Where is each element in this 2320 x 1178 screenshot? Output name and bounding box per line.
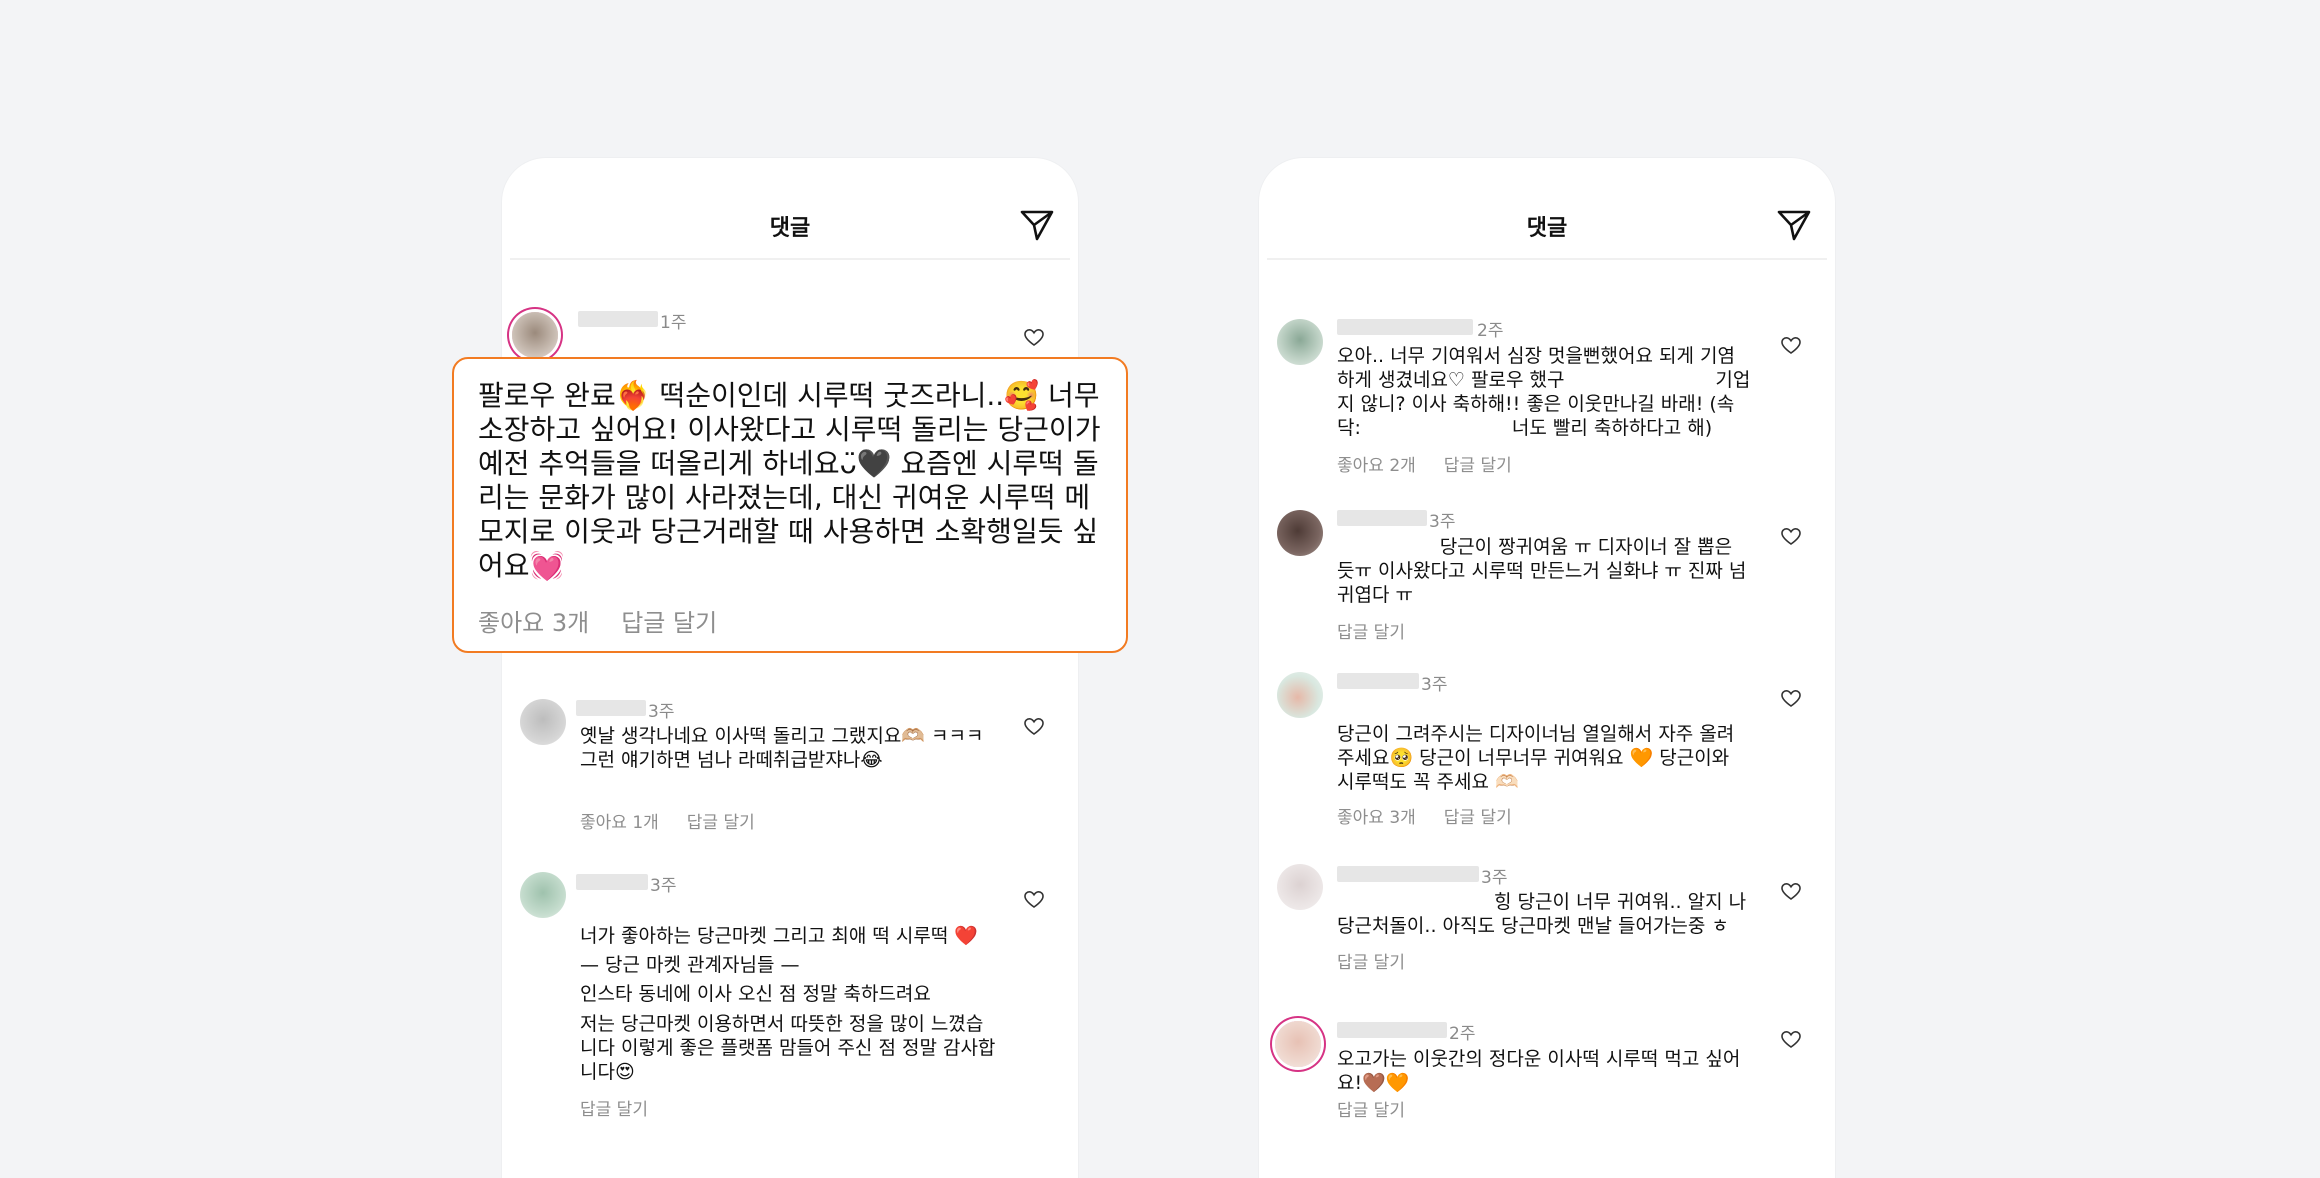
heart-icon[interactable] — [1781, 882, 1801, 902]
avatar[interactable] — [1277, 672, 1323, 718]
comment-text: 당근이 그려주시는 디자이너님 열일해서 자주 올려주세요🥺 당근이 너무너무 … — [1337, 699, 1748, 793]
reply-button[interactable]: 답글 달기 — [1444, 456, 1512, 476]
avatar[interactable] — [1277, 864, 1323, 910]
comment-text: 오아.. 너무 기여워서 심장 멋을뻔했어요 되게 기염하게 생겼네요♡ 팔로우… — [1337, 345, 1751, 439]
heart-icon[interactable] — [1024, 328, 1044, 348]
comment-actions: 좋아요 2개 답글 달기 — [1337, 451, 1540, 476]
heart-icon[interactable] — [1781, 527, 1801, 547]
comment-text-line: 너가 좋아하는 당근마켓 그리고 최애 떡 시루떡 ❤️ — [580, 925, 979, 947]
heart-icon[interactable] — [1024, 717, 1044, 737]
heart-icon[interactable] — [1781, 689, 1801, 709]
username-placeholder[interactable] — [1337, 673, 1419, 689]
likes-count[interactable]: 좋아요 2개 — [1337, 456, 1416, 476]
likes-count[interactable]: 좋아요 1개 — [580, 813, 659, 833]
comment-time: 3주 — [1481, 868, 1508, 888]
send-icon[interactable] — [1777, 208, 1811, 242]
likes-count[interactable]: 좋아요 3개 — [1337, 808, 1416, 828]
username-placeholder[interactable] — [576, 874, 648, 890]
avatar[interactable] — [520, 872, 566, 918]
comment-text: 힝 당근이 너무 귀여워.. 알지 나 당근처돌이.. 아직도 당근마켓 맨날 … — [1337, 891, 1753, 937]
heart-icon[interactable] — [1781, 336, 1801, 356]
likes-count[interactable]: 좋아요 3개 — [478, 609, 589, 637]
send-icon[interactable] — [1020, 208, 1054, 242]
divider — [1267, 258, 1827, 260]
comment-time: 3주 — [650, 876, 677, 896]
comment-actions: 답글 달기 — [580, 1095, 676, 1120]
comments-header: 댓글 — [502, 158, 1078, 258]
heart-icon[interactable] — [1024, 890, 1044, 910]
avatar[interactable] — [512, 312, 558, 358]
comment-time: 2주 — [1477, 321, 1504, 341]
comment-actions: 좋아요 3개 답글 달기 — [1337, 803, 1540, 828]
comments-header: 댓글 — [1259, 158, 1835, 258]
comment-time: 1주 — [660, 313, 687, 333]
username-placeholder[interactable] — [1337, 319, 1473, 335]
username-placeholder[interactable] — [1337, 866, 1479, 882]
username-placeholder[interactable] — [1337, 1022, 1447, 1038]
comments-phone-right: 댓글 2주 오아.. 너무 기여워서 심장 멋을뻔했어요 되게 기염하게 생겼네… — [1259, 158, 1835, 1178]
comment-time: 3주 — [1429, 512, 1456, 532]
highlighted-comment-actions: 좋아요 3개 답글 달기 — [478, 603, 749, 638]
comment-actions: 답글 달기 — [1337, 618, 1433, 643]
reply-button[interactable]: 답글 달기 — [1444, 808, 1512, 828]
comment-actions: 답글 달기 — [1337, 1096, 1433, 1121]
reply-button[interactable]: 답글 달기 — [687, 813, 755, 833]
highlighted-comment-text: 팔로우 완료❤️‍🔥 떡순이인데 시루떡 굿즈라니..🥰 너무 소장하고 싶어요… — [478, 379, 1110, 582]
reply-button[interactable]: 답글 달기 — [1337, 953, 1405, 973]
comment-time: 3주 — [648, 702, 675, 722]
avatar[interactable] — [520, 699, 566, 745]
comment-actions: 답글 달기 — [1337, 948, 1433, 973]
avatar[interactable] — [1277, 319, 1323, 365]
heart-icon[interactable] — [1781, 1030, 1801, 1050]
comment-text: 옛날 생각나네요 이사떡 돌리고 그랬지요🫶🏼 ㅋㅋㅋ 그런 얘기하면 넘나 라… — [580, 725, 1213, 771]
reply-button[interactable]: 답글 달기 — [621, 609, 717, 637]
reply-button[interactable]: 답글 달기 — [1337, 623, 1405, 643]
reply-button[interactable]: 답글 달기 — [1337, 1101, 1405, 1121]
comment-text: 당근이 짱귀여움 ㅠ 디자이너 잘 뽑은 듯ㅠ 이사왔다고 시루떡 만든느거 실… — [1337, 536, 1753, 606]
page-title: 댓글 — [769, 216, 811, 241]
comment-text-line: — 당근 마켓 관계자님들 — — [580, 954, 800, 976]
avatar[interactable] — [1275, 1021, 1321, 1067]
comment-time: 3주 — [1421, 675, 1448, 695]
username-placeholder[interactable] — [578, 311, 658, 327]
comment-time: 2주 — [1449, 1024, 1476, 1044]
divider — [510, 258, 1070, 260]
comment-text: 오고가는 이웃간의 정다운 이사떡 시루떡 먹고 싶어요!🤎🧡 — [1337, 1048, 1741, 1094]
comment-text-line: 인스타 동네에 이사 오신 점 정말 축하드려요 — [580, 983, 931, 1005]
username-placeholder[interactable] — [576, 700, 646, 716]
reply-button[interactable]: 답글 달기 — [580, 1100, 648, 1120]
username-placeholder[interactable] — [1337, 510, 1427, 526]
comment-actions: 좋아요 1개 답글 달기 — [580, 808, 783, 833]
comment-text-line: 저는 당근마켓 이용하면서 따뜻한 정을 많이 느꼈습니다 이렇게 좋은 플랫폼… — [580, 1013, 996, 1083]
avatar[interactable] — [1277, 510, 1323, 556]
comments-phone-left: 댓글 1주 3주 옛날 생각나네요 이사떡 돌리고 그랬지요🫶🏼 ㅋㅋㅋ 그런 … — [502, 158, 1078, 1178]
highlighted-comment-card: 팔로우 완료❤️‍🔥 떡순이인데 시루떡 굿즈라니..🥰 너무 소장하고 싶어요… — [452, 357, 1128, 653]
page-title: 댓글 — [1526, 216, 1568, 241]
